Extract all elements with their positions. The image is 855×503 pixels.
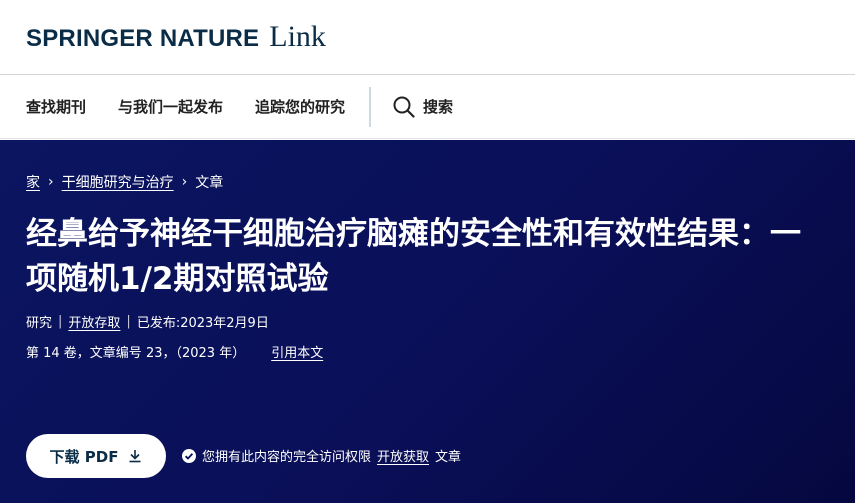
download-icon: [129, 450, 141, 463]
published-date: 已发布:2023年2月9日: [136, 316, 269, 331]
breadcrumb: 家 › 干细胞研究与治疗 › 文章: [26, 172, 223, 192]
logo-brand: SPRINGER NATURE: [26, 25, 260, 52]
open-access-link[interactable]: 开放存取: [68, 312, 120, 331]
search-label: 搜索: [423, 98, 454, 116]
download-pdf-label: 下载 PDF: [49, 447, 119, 466]
breadcrumb-home[interactable]: 家: [26, 172, 40, 192]
search-icon: [393, 96, 415, 118]
springer-nature-link-logo[interactable]: SPRINGER NATURE Link: [26, 20, 326, 54]
logo-product: Link: [269, 20, 326, 53]
breadcrumb-journal[interactable]: 干细胞研究与治疗: [62, 172, 174, 192]
chevron-right-icon: ›: [48, 174, 54, 190]
article-type: 研究: [26, 316, 53, 331]
nav-publish-with-us[interactable]: 与我们一起发布: [118, 96, 223, 117]
volume-info: 第 14 卷，文章编号 23，（2023 年）: [26, 346, 246, 361]
article-meta: 研究 | 开放存取 | 已发布:2023年2月9日: [26, 312, 269, 331]
article-hero: 家 › 干细胞研究与治疗 › 文章 经鼻给予神经干细胞治疗脑瘫的安全性和有效性结…: [0, 140, 855, 503]
meta-separator: |: [126, 314, 131, 329]
nav-track-research[interactable]: 追踪您的研究: [255, 96, 345, 117]
breadcrumb-current: 文章: [195, 175, 224, 191]
nav-divider: [369, 86, 372, 127]
cite-article-link[interactable]: 引用本文: [271, 342, 323, 361]
chevron-right-icon: ›: [181, 174, 188, 190]
search-button[interactable]: 搜索: [393, 96, 453, 118]
article-title: 经鼻给予神经干细胞治疗脑瘫的安全性和有效性结果：一项随机1/2期对照试验: [26, 216, 801, 297]
download-pdf-button[interactable]: 下载 PDF: [26, 434, 166, 478]
article-citation-info: 第 14 卷，文章编号 23，（2023 年） 引用本文: [26, 342, 323, 361]
nav-find-journal[interactable]: 查找期刊: [26, 96, 86, 117]
access-text: 您拥有此内容的完全访问权限: [202, 450, 372, 465]
main-nav: 查找期刊 与我们一起发布 追踪您的研究 搜索: [0, 75, 855, 139]
access-notice: 您拥有此内容的完全访问权限 开放获取 文章: [182, 446, 461, 465]
access-tail: 文章: [435, 450, 462, 465]
check-circle-icon: [182, 448, 196, 463]
open-access-link[interactable]: 开放获取: [377, 446, 429, 465]
meta-separator: |: [58, 314, 63, 329]
site-header: SPRINGER NATURE Link: [0, 0, 855, 75]
